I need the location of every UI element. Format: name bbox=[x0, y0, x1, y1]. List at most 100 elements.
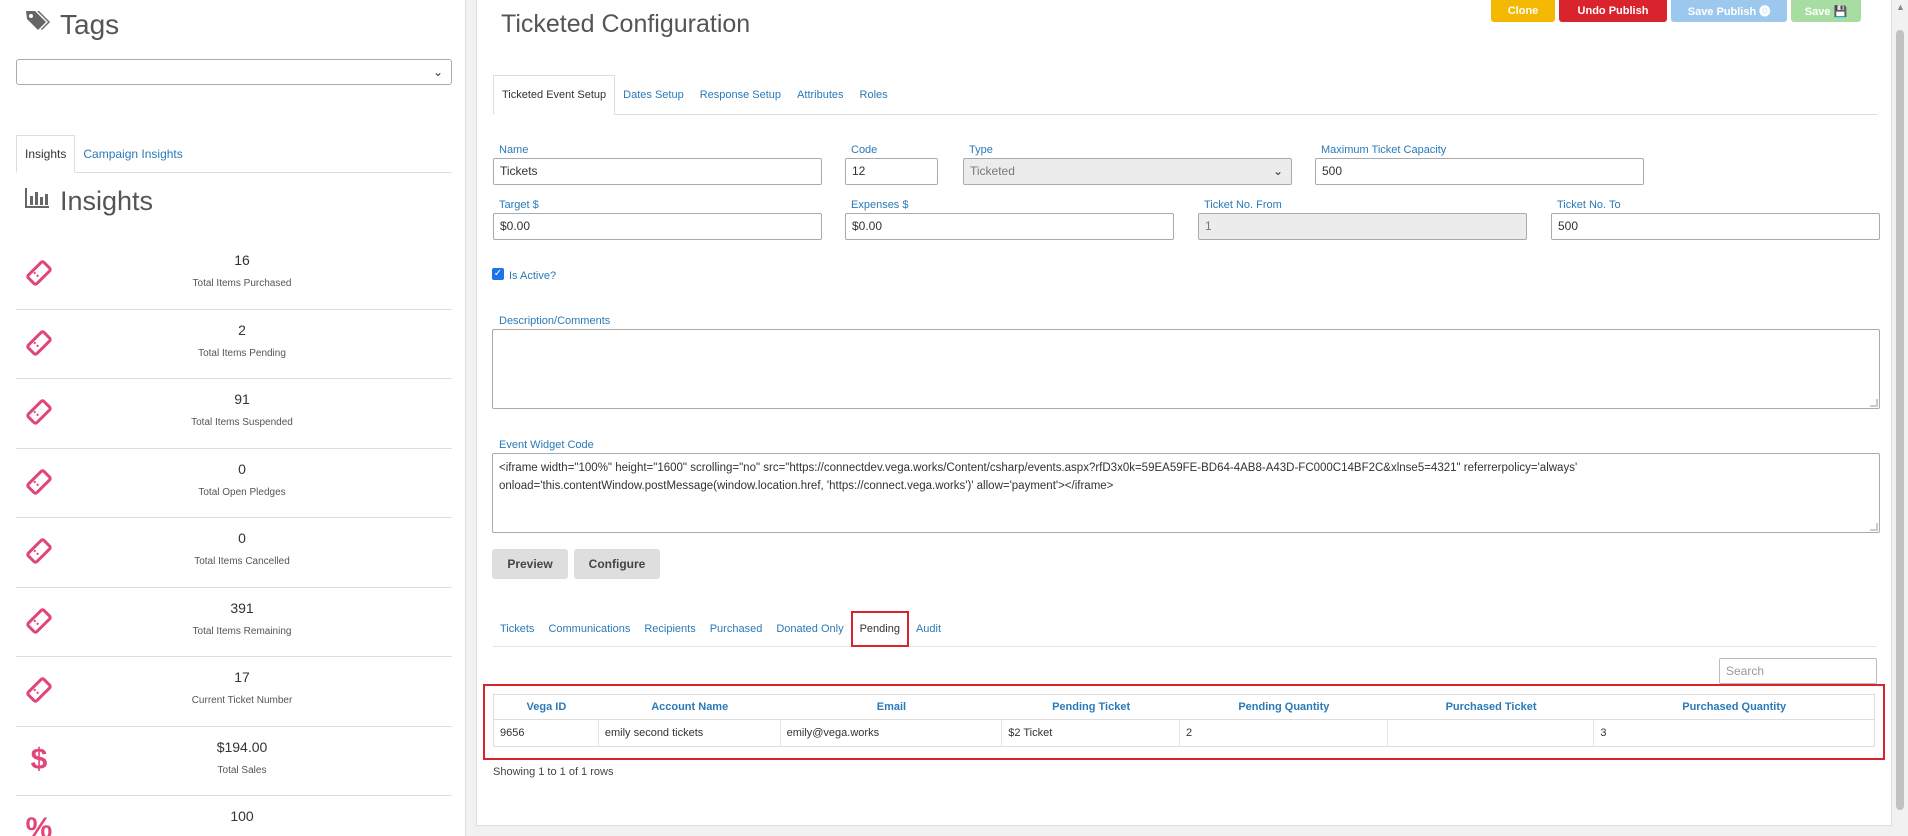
expenses-field[interactable]: $0.00 bbox=[845, 213, 1174, 240]
description-field[interactable] bbox=[492, 329, 1880, 409]
tags-select[interactable]: ⌄ bbox=[16, 59, 452, 85]
metric-value: 0 bbox=[238, 460, 246, 477]
column-header[interactable]: Vega ID bbox=[494, 695, 599, 719]
bar-chart-icon bbox=[24, 186, 50, 217]
tab-attributes[interactable]: Attributes bbox=[789, 75, 851, 115]
tab-ticketed-event-setup[interactable]: Ticketed Event Setup bbox=[493, 75, 616, 115]
metric-label: Total Items Purchased bbox=[192, 278, 292, 289]
type-label: Type bbox=[969, 144, 993, 156]
chevron-down-icon: ⌄ bbox=[1272, 164, 1283, 178]
column-header[interactable]: Pending Ticket bbox=[1002, 695, 1180, 719]
max-capacity-label: Maximum Ticket Capacity bbox=[1321, 144, 1447, 156]
metric-percent: % 100 bbox=[16, 796, 452, 836]
ticketed-configuration-panel: Ticketed Configuration Clone Undo Publis… bbox=[476, 0, 1892, 826]
column-header[interactable]: Purchased Quantity bbox=[1594, 695, 1874, 719]
pagination-info: Showing 1 to 1 of 1 rows bbox=[493, 766, 614, 778]
metric-value: $194.00 bbox=[216, 738, 268, 755]
metric-current-ticket-number: 17 Current Ticket Number bbox=[16, 657, 452, 727]
scroll-up-icon[interactable]: ▲ bbox=[1896, 2, 1905, 12]
widget-code-text: <iframe width="100%" height="1600" scrol… bbox=[499, 462, 1578, 492]
table-cell: $2 Ticket bbox=[1002, 720, 1181, 746]
ticket-from-field[interactable]: 1 bbox=[1198, 213, 1527, 240]
save-publish-button[interactable]: Save Publish ⓿ bbox=[1671, 0, 1787, 22]
tab-insights[interactable]: Insights bbox=[16, 135, 76, 173]
target-field[interactable]: $0.00 bbox=[493, 213, 822, 240]
is-active-label: Is Active? bbox=[509, 270, 557, 282]
metric-total-open-pledges: 0 Total Open Pledges bbox=[16, 449, 452, 518]
table-cell bbox=[1388, 720, 1595, 746]
save-button[interactable]: Save 💾 bbox=[1791, 0, 1861, 22]
metric-label: Total Items Pending bbox=[198, 347, 286, 359]
page-title: Ticketed Configuration bbox=[501, 10, 751, 38]
metric-total-items-purchased: 16 Total Items Purchased bbox=[16, 240, 452, 310]
target-label: Target $ bbox=[499, 199, 539, 211]
column-header[interactable]: Pending Quantity bbox=[1180, 695, 1388, 719]
tags-heading: Tags bbox=[24, 8, 119, 41]
search-input[interactable]: Search bbox=[1719, 658, 1877, 684]
tab-purchased[interactable]: Purchased bbox=[703, 611, 770, 647]
table-row[interactable]: 9656 emily second tickets emily@vega.wor… bbox=[494, 720, 1874, 746]
results-tabs: Tickets Communications Recipients Purcha… bbox=[493, 611, 1877, 647]
tab-tickets[interactable]: Tickets bbox=[493, 611, 541, 647]
description-label: Description/Comments bbox=[499, 315, 611, 327]
metric-value: 391 bbox=[230, 599, 254, 616]
metric-value: 2 bbox=[238, 321, 246, 338]
tags-icon bbox=[24, 8, 50, 41]
metric-total-items-pending: 2 Total Items Pending bbox=[16, 310, 452, 379]
resize-handle[interactable] bbox=[1870, 523, 1878, 531]
tab-audit[interactable]: Audit bbox=[909, 611, 948, 647]
insights-title: Insights bbox=[60, 186, 154, 216]
tab-response-setup[interactable]: Response Setup bbox=[692, 75, 789, 115]
insights-tabs: Insights Campaign Insights bbox=[16, 135, 452, 173]
code-field[interactable]: 12 bbox=[845, 158, 938, 185]
scrollbar-thumb[interactable] bbox=[1896, 30, 1904, 810]
is-active-checkbox[interactable]: ✓ bbox=[492, 268, 504, 280]
undo-publish-button[interactable]: Undo Publish bbox=[1559, 0, 1667, 22]
metric-label: Total Open Pledges bbox=[198, 486, 286, 498]
metric-value: 91 bbox=[234, 391, 250, 407]
column-header[interactable]: Account Name bbox=[599, 695, 781, 719]
metric-label: Total Sales bbox=[217, 764, 267, 776]
tab-donated-only[interactable]: Donated Only bbox=[769, 611, 850, 647]
table-cell: emily@vega.works bbox=[781, 720, 1003, 746]
widget-code-field[interactable]: <iframe width="100%" height="1600" scrol… bbox=[492, 453, 1880, 533]
metric-label: Total Items Remaining bbox=[192, 625, 292, 637]
vertical-scrollbar[interactable]: ▲ bbox=[1892, 0, 1908, 836]
preview-button[interactable]: Preview bbox=[492, 549, 568, 579]
type-select[interactable]: Ticketed ⌄ bbox=[963, 158, 1292, 185]
column-header[interactable]: Email bbox=[781, 695, 1003, 719]
tab-communications[interactable]: Communications bbox=[541, 611, 637, 647]
metric-value: 17 bbox=[234, 669, 250, 685]
resize-handle[interactable] bbox=[1870, 399, 1878, 407]
pending-table: Vega ID Account Name Email Pending Ticke… bbox=[493, 694, 1875, 747]
table-cell: 3 bbox=[1600, 727, 1607, 739]
tab-campaign-insights[interactable]: Campaign Insights bbox=[75, 135, 190, 173]
metric-total-sales: $ $194.00 Total Sales bbox=[16, 727, 452, 796]
table-cell: 9656 bbox=[494, 720, 599, 746]
tab-dates-setup[interactable]: Dates Setup bbox=[615, 75, 692, 115]
tags-title: Tags bbox=[60, 8, 120, 40]
table-header: Vega ID Account Name Email Pending Ticke… bbox=[494, 695, 1874, 720]
table-cell: emily second tickets bbox=[599, 720, 781, 746]
type-value: Ticketed bbox=[970, 164, 1015, 178]
configure-button[interactable]: Configure bbox=[574, 549, 660, 579]
max-capacity-field[interactable]: 500 bbox=[1315, 158, 1644, 185]
tab-roles[interactable]: Roles bbox=[852, 75, 896, 115]
metric-total-items-cancelled: 0 Total Items Cancelled bbox=[16, 518, 452, 588]
tab-recipients[interactable]: Recipients bbox=[637, 611, 702, 647]
name-field[interactable]: Tickets bbox=[493, 158, 822, 185]
expenses-label: Expenses $ bbox=[851, 199, 909, 211]
metric-label: Total Items Cancelled bbox=[194, 556, 290, 567]
ticket-to-field[interactable]: 500 bbox=[1551, 213, 1880, 240]
metric-total-items-suspended: 91 Total Items Suspended bbox=[16, 379, 452, 449]
metrics-list: 16 Total Items Purchased 2 Total Items P… bbox=[16, 240, 452, 836]
column-header[interactable]: Purchased Ticket bbox=[1388, 695, 1595, 719]
widget-code-label: Event Widget Code bbox=[499, 439, 594, 451]
chevron-down-icon: ⌄ bbox=[432, 65, 443, 79]
clone-button[interactable]: Clone bbox=[1491, 0, 1555, 22]
ticket-to-label: Ticket No. To bbox=[1557, 199, 1621, 211]
metric-label: Total Items Suspended bbox=[191, 417, 293, 428]
insights-heading: Insights bbox=[24, 186, 153, 217]
tab-pending[interactable]: Pending bbox=[850, 611, 909, 647]
metric-value: 16 bbox=[234, 252, 250, 268]
